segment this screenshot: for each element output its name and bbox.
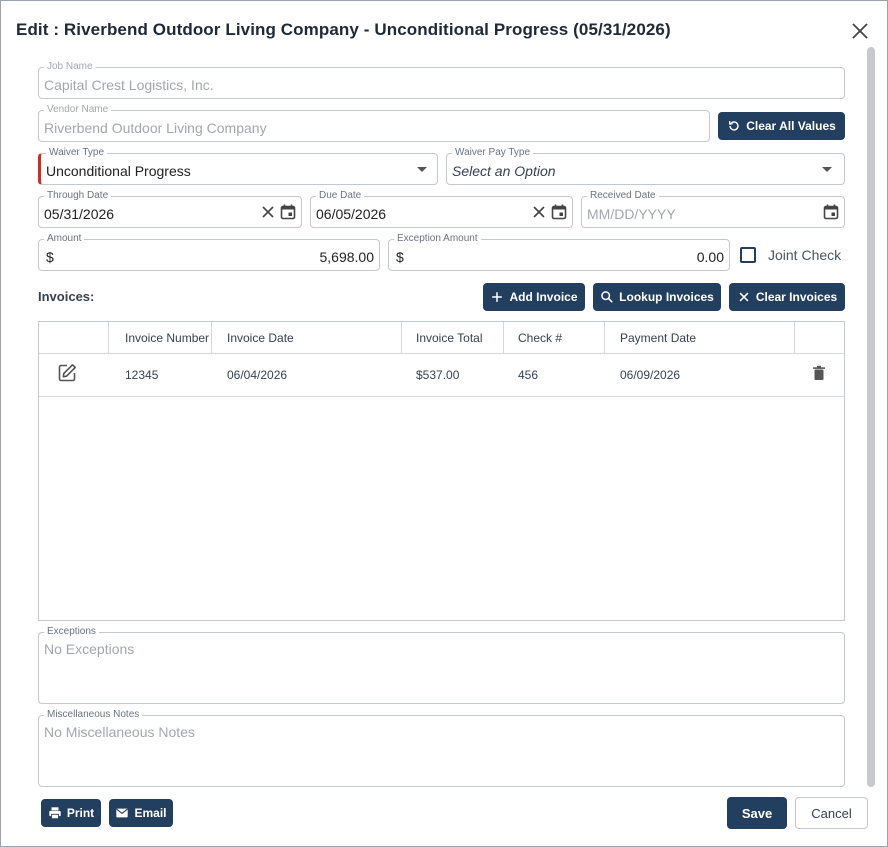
vendor-name-label: Vendor Name	[44, 103, 112, 117]
close-button[interactable]	[848, 19, 872, 43]
calendar-icon[interactable]	[822, 203, 840, 221]
table-row[interactable]: 12345 06/04/2026 $537.00 456 06/09/2026	[39, 355, 844, 397]
column-separator[interactable]	[211, 322, 212, 354]
misc-notes-placeholder: No Miscellaneous Notes	[44, 724, 195, 740]
email-button[interactable]: Email	[109, 799, 173, 827]
exceptions-textarea[interactable]: Exceptions No Exceptions	[38, 625, 845, 704]
invoices-section-label: Invoices:	[38, 289, 95, 304]
scrollbar-thumb[interactable]	[867, 47, 875, 787]
exception-amount-label: Exception Amount	[394, 232, 481, 246]
column-separator[interactable]	[108, 322, 109, 354]
calendar-icon[interactable]	[279, 203, 297, 221]
due-date-label: Due Date	[316, 189, 365, 203]
exceptions-label: Exceptions	[44, 625, 99, 639]
lookup-invoices-button[interactable]: Lookup Invoices	[593, 283, 721, 311]
job-name-field[interactable]: Job Name Capital Crest Logistics, Inc.	[38, 60, 845, 99]
received-date-label: Received Date	[587, 189, 659, 203]
mail-icon	[116, 808, 129, 818]
column-separator[interactable]	[503, 322, 504, 354]
through-date-label: Through Date	[44, 189, 112, 203]
exception-amount-value: 0.00	[696, 249, 724, 265]
waiver-pay-type-select[interactable]: Waiver Pay Type Select an Option	[446, 146, 845, 185]
printer-icon	[49, 807, 61, 820]
close-icon	[739, 292, 749, 302]
plus-icon	[492, 292, 503, 302]
vendor-name-value: Riverbend Outdoor Living Company	[44, 120, 267, 136]
edit-icon[interactable]	[56, 362, 78, 384]
cell-invoice-date: 06/04/2026	[227, 368, 288, 382]
chevron-down-icon	[417, 167, 427, 172]
waiver-type-label: Waiver Type	[46, 146, 108, 160]
waiver-type-select[interactable]: Waiver Type Unconditional Progress	[38, 146, 438, 185]
add-invoice-label: Add Invoice	[509, 290, 578, 304]
save-button[interactable]: Save	[727, 797, 787, 829]
lookup-invoices-label: Lookup Invoices	[619, 290, 714, 304]
received-date-field[interactable]: Received Date MM/DD/YYYY	[581, 189, 845, 228]
waiver-pay-type-placeholder: Select an Option	[452, 163, 556, 179]
waiver-type-value: Unconditional Progress	[46, 163, 191, 179]
cancel-button[interactable]: Cancel	[795, 797, 868, 829]
clear-all-values-button[interactable]: Clear All Values	[718, 112, 845, 140]
chevron-down-icon	[822, 167, 832, 172]
column-separator[interactable]	[794, 322, 795, 354]
column-separator[interactable]	[604, 322, 605, 354]
clear-all-values-label: Clear All Values	[746, 119, 836, 133]
calendar-icon[interactable]	[550, 203, 568, 221]
joint-check-checkbox[interactable]	[740, 247, 756, 263]
joint-check-label: Joint Check	[768, 247, 842, 263]
misc-notes-textarea[interactable]: Miscellaneous Notes No Miscellaneous Not…	[38, 708, 845, 787]
clear-invoices-button[interactable]: Clear Invoices	[729, 283, 845, 311]
column-separator[interactable]	[401, 322, 402, 354]
edit-waiver-dialog: Edit : Riverbend Outdoor Living Company …	[0, 0, 888, 847]
add-invoice-button[interactable]: Add Invoice	[483, 283, 585, 311]
column-header-payment-date[interactable]: Payment Date	[620, 322, 696, 354]
email-label: Email	[134, 806, 167, 820]
print-label: Print	[66, 806, 95, 820]
column-header-invoice-total[interactable]: Invoice Total	[416, 322, 483, 354]
trash-icon[interactable]	[812, 365, 826, 381]
amount-field[interactable]: Amount $ 5,698.00	[38, 232, 380, 271]
job-name-value: Capital Crest Logistics, Inc.	[44, 77, 214, 93]
clear-invoices-label: Clear Invoices	[755, 290, 838, 304]
job-name-label: Job Name	[44, 60, 96, 74]
cell-payment-date: 06/09/2026	[620, 368, 681, 382]
invoices-grid: Invoice Number Invoice Date Invoice Tota…	[38, 321, 845, 621]
misc-notes-label: Miscellaneous Notes	[44, 708, 143, 722]
waiver-pay-type-label: Waiver Pay Type	[452, 146, 534, 160]
column-header-invoice-date[interactable]: Invoice Date	[227, 322, 294, 354]
column-header-check-number[interactable]: Check #	[518, 322, 562, 354]
amount-label: Amount	[44, 232, 85, 246]
column-header-invoice-number[interactable]: Invoice Number	[125, 322, 211, 354]
clear-x-icon[interactable]	[259, 203, 277, 221]
exceptions-placeholder: No Exceptions	[44, 641, 135, 657]
exception-amount-prefix: $	[396, 249, 404, 265]
search-icon	[601, 291, 613, 303]
cancel-label: Cancel	[811, 805, 852, 821]
amount-prefix: $	[46, 249, 54, 265]
cell-invoice-total: $537.00	[416, 368, 460, 382]
save-label: Save	[741, 805, 773, 821]
exception-amount-field[interactable]: Exception Amount $ 0.00	[388, 232, 730, 271]
through-date-field[interactable]: Through Date 05/31/2026	[38, 189, 302, 228]
refresh-icon	[729, 121, 739, 131]
vendor-name-field[interactable]: Vendor Name Riverbend Outdoor Living Com…	[38, 103, 710, 142]
print-button[interactable]: Print	[41, 799, 101, 827]
cell-invoice-number: 12345	[125, 368, 159, 382]
due-date-field[interactable]: Due Date 06/05/2026	[310, 189, 573, 228]
invoices-grid-header: Invoice Number Invoice Date Invoice Tota…	[39, 322, 844, 354]
clear-x-icon[interactable]	[530, 203, 548, 221]
amount-value: 5,698.00	[319, 249, 375, 265]
close-icon	[852, 23, 868, 39]
cell-check-number: 456	[518, 368, 539, 382]
received-date-placeholder: MM/DD/YYYY	[587, 206, 676, 222]
through-date-value: 05/31/2026	[44, 206, 115, 222]
due-date-value: 06/05/2026	[316, 206, 387, 222]
dialog-title: Edit : Riverbend Outdoor Living Company …	[16, 20, 671, 39]
